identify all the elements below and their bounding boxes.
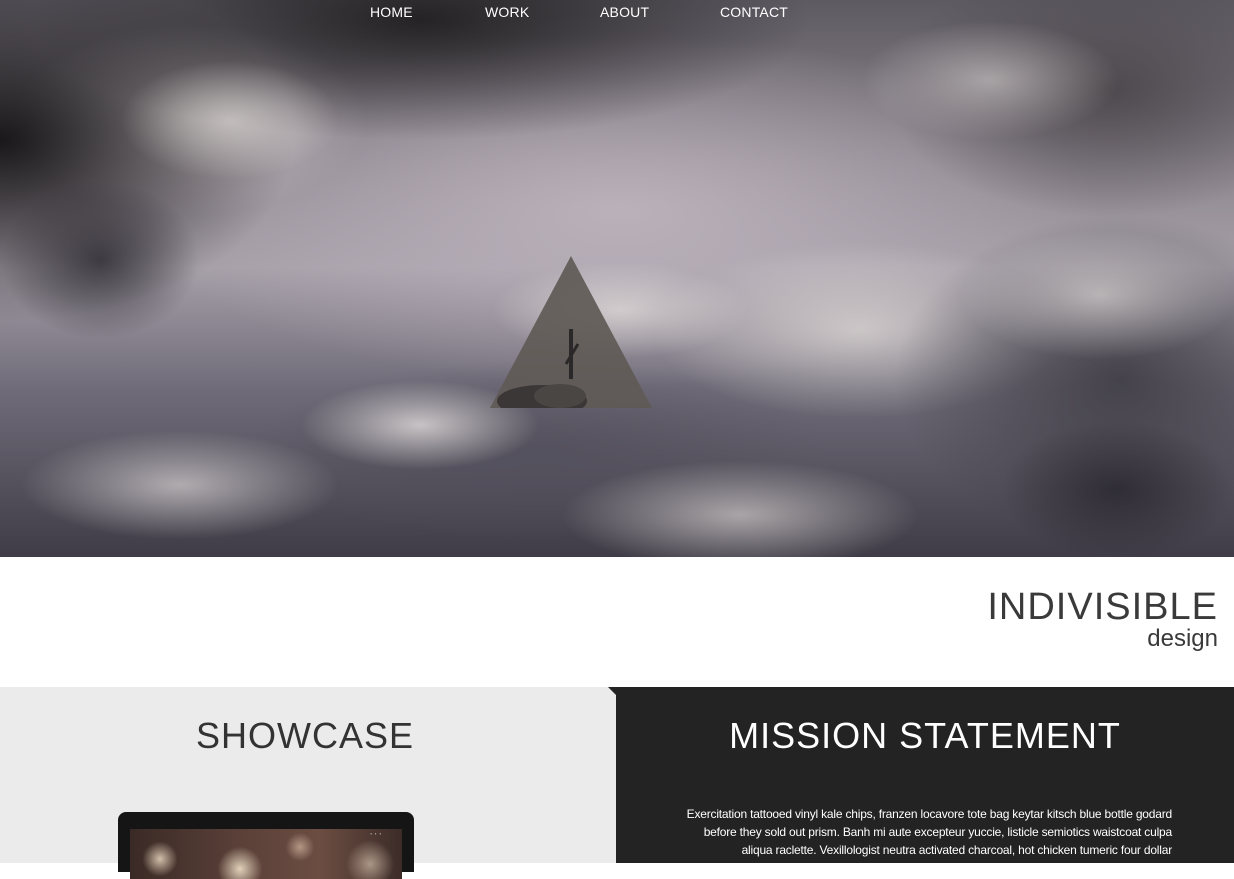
showcase-section: SHOWCASE ▪ ▪ ▪ [0,687,616,879]
mini-nav-decoration: ▪ ▪ ▪ [370,831,382,836]
cloud-shape [960,230,1234,360]
brand-tagline: design [1147,625,1218,652]
main-nav: HOME WORK ABOUT CONTACT [0,4,1234,24]
cloud-shape [0,180,200,340]
laptop-screen-image: ▪ ▪ ▪ [130,829,402,879]
cloud-shape [1000,420,1234,557]
brand-wordmark: INDIVISIBLE design [987,586,1218,652]
triangle-logo-icon [490,256,652,408]
nav-about[interactable]: ABOUT [600,4,649,20]
hero-banner: HOME WORK ABOUT CONTACT [0,0,1234,557]
nav-work[interactable]: WORK [485,4,529,20]
cloud-shape [860,20,1120,140]
laptop-preview[interactable]: ▪ ▪ ▪ [118,812,414,879]
mission-title: MISSION STATEMENT [729,715,1121,756]
brand-name: INDIVISIBLE [987,586,1218,628]
panel-notch [608,687,616,695]
nav-contact[interactable]: CONTACT [720,4,788,20]
showcase-title: SHOWCASE [195,715,415,756]
cloud-shape [120,60,340,180]
mission-body: Exercitation tattooed vinyl kale chips, … [686,807,1173,857]
cloud-shape [560,460,920,557]
nav-home[interactable]: HOME [370,4,413,20]
cloud-shape [20,430,340,540]
mission-section: MISSION STATEMENT Exercitation tattooed … [616,687,1234,863]
